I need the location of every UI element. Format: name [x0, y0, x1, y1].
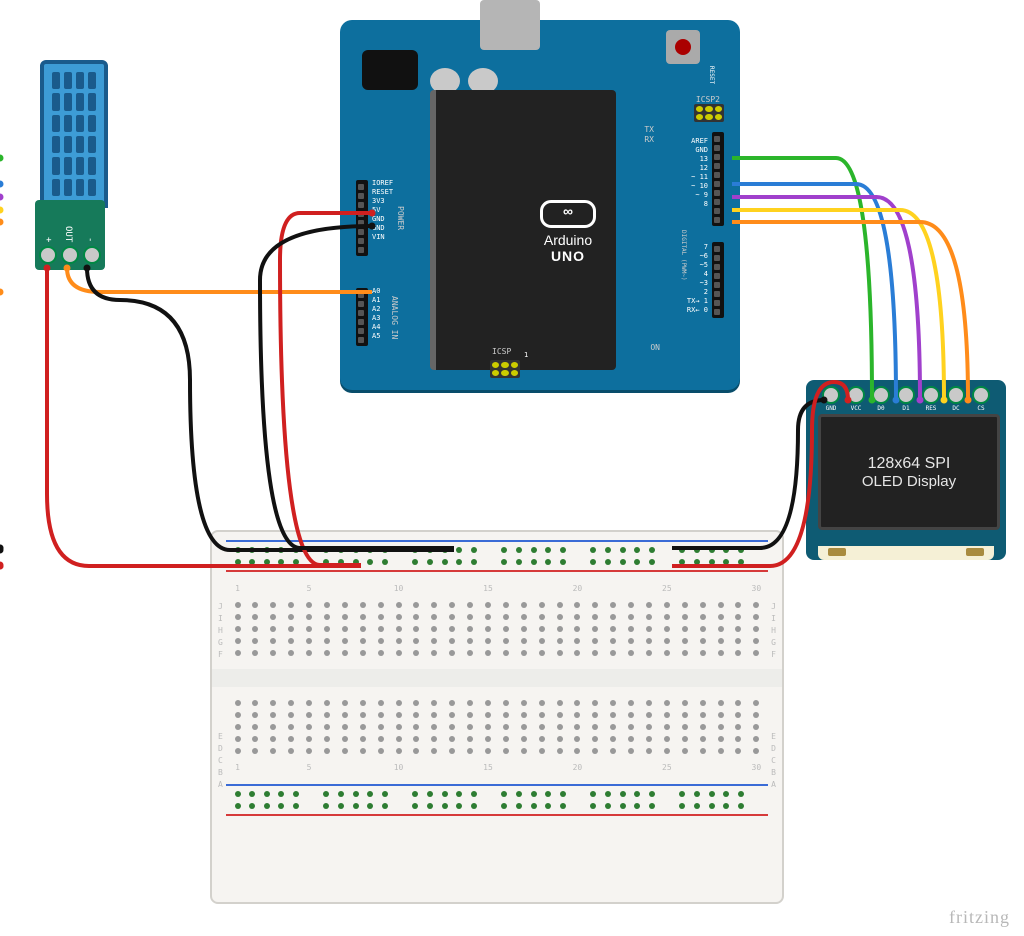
oled-d1-11	[732, 184, 896, 400]
capacitor-icon	[966, 548, 984, 556]
oled-pin-l3: D1	[897, 405, 915, 412]
on-label: ON	[650, 344, 660, 352]
breadboard: 151015202530 151015202530 JJIIHHGGFFEEDD…	[210, 530, 784, 904]
oled-chin	[818, 546, 994, 560]
oled-res-10	[732, 197, 920, 400]
pin-8: 8	[704, 201, 708, 208]
pin-5: ~5	[700, 262, 708, 269]
dht-pin-out[interactable]	[61, 246, 79, 264]
pin-gnd1: GND	[372, 216, 385, 223]
dht-pin-gnd[interactable]	[83, 246, 101, 264]
oled-pin-res[interactable]	[922, 386, 940, 404]
oled-pin-l4: RES	[922, 405, 940, 412]
oled-pin-cs[interactable]	[972, 386, 990, 404]
pin-11: ~ 11	[691, 174, 708, 181]
oled-pin-l1: VCC	[847, 405, 865, 412]
usb-port	[480, 0, 540, 50]
pin-a0: A0	[372, 288, 380, 295]
pin-gnd-r: GND	[695, 147, 708, 154]
arduino-model-text: UNO	[540, 248, 596, 264]
icsp-label: ICSP	[492, 348, 511, 356]
dht-vcc-to-bb	[47, 268, 361, 566]
pin-10: ~ 10	[691, 183, 708, 190]
digital-header-label: DIGITAL (PWM~)	[680, 230, 686, 281]
dht-pin-label-vcc: +	[43, 237, 53, 242]
dht-out-to-a0	[67, 268, 372, 292]
pin-5v: 5V	[372, 207, 380, 214]
pin-a3: A3	[372, 315, 380, 322]
pin-0: RX← 0	[687, 307, 708, 314]
pin-ioref: IOREF	[372, 180, 393, 187]
header-power[interactable]	[356, 180, 368, 256]
dht-pcb: + OUT -	[35, 200, 105, 270]
top-rails[interactable]	[212, 532, 782, 580]
power-header-label: POWER	[396, 206, 404, 230]
dht-pin-vcc[interactable]	[39, 246, 57, 264]
oled-pin-vcc[interactable]	[847, 386, 865, 404]
pin-3: ~3	[700, 280, 708, 287]
oled-pin-dc[interactable]	[947, 386, 965, 404]
header-analog[interactable]	[356, 288, 368, 346]
arduino-logo: ∞ Arduino UNO	[540, 200, 596, 264]
header-icsp2[interactable]	[694, 104, 724, 122]
pin-reset: RESET	[372, 189, 393, 196]
analog-header-label: ANALOG IN	[390, 296, 398, 339]
pin-gnd2: GND	[372, 225, 385, 232]
oled-line2: OLED Display	[862, 473, 956, 490]
oled-dc-9	[732, 210, 944, 400]
diagram-canvas: + OUT - RESET ∞ Arduino UNO	[0, 0, 1024, 936]
oled-pin-l2: D0	[872, 405, 890, 412]
pin-9: ~ 9	[695, 192, 708, 199]
icsp2-label: ICSP2	[696, 96, 720, 104]
pin-1: TX→ 1	[687, 298, 708, 305]
barrel-jack	[362, 50, 418, 90]
pin-aref: AREF	[691, 138, 708, 145]
oled-pin-d0[interactable]	[872, 386, 890, 404]
oled-pin-gnd[interactable]	[822, 386, 840, 404]
header-icsp[interactable]	[490, 360, 520, 378]
reset-label: RESET	[708, 66, 714, 84]
header-digital-top[interactable]	[712, 132, 724, 226]
pin-13: 13	[700, 156, 708, 163]
pin-a1: A1	[372, 297, 380, 304]
fritzing-logo: fritzing	[949, 907, 1010, 928]
pin-6: ~6	[700, 253, 708, 260]
pin-a5: A5	[372, 333, 380, 340]
dht-body	[40, 60, 108, 208]
dht-pin-label-out: OUT	[63, 226, 73, 242]
pin-4: 4	[704, 271, 708, 278]
oled-pin-l5: DC	[947, 405, 965, 412]
pin-3v3: 3V3	[372, 198, 385, 205]
dht-sensor: + OUT -	[35, 60, 105, 270]
pin-7: 7	[704, 244, 708, 251]
bot-rails[interactable]	[212, 776, 782, 824]
arduino-uno: RESET ∞ Arduino UNO IOREF RESET 3V3 5V G…	[340, 20, 740, 390]
oled-d0-13	[732, 158, 872, 400]
pin-2: 2	[704, 289, 708, 296]
capacitor-icon	[828, 548, 846, 556]
oled-pin-l6: CS	[972, 405, 990, 412]
grid-top[interactable]	[212, 593, 782, 665]
oled-gnd-to-bb	[672, 400, 824, 548]
oled-display: GND VCC D0 D1 RES DC CS 128x64 SPI OLED …	[806, 380, 1006, 560]
grid-bot[interactable]	[212, 691, 782, 763]
dht-pin-label-gnd: -	[85, 237, 95, 242]
rx-label: RX	[644, 136, 654, 144]
oled-cs-8	[732, 222, 968, 400]
arduino-brand-text: Arduino	[540, 232, 596, 248]
reset-button[interactable]	[666, 30, 700, 64]
oled-line1: 128x64 SPI	[868, 455, 951, 473]
pin-a4: A4	[372, 324, 380, 331]
header-digital-bot[interactable]	[712, 242, 724, 318]
oled-screen: 128x64 SPI OLED Display	[818, 414, 1000, 530]
tx-label: TX	[644, 126, 654, 134]
oled-pin-l0: GND	[822, 405, 840, 412]
pin-vin: VIN	[372, 234, 385, 241]
pin-12: 12	[700, 165, 708, 172]
oled-pads: GND VCC D0 D1 RES DC CS	[822, 386, 990, 410]
pin-a2: A2	[372, 306, 380, 313]
oled-pin-d1[interactable]	[897, 386, 915, 404]
